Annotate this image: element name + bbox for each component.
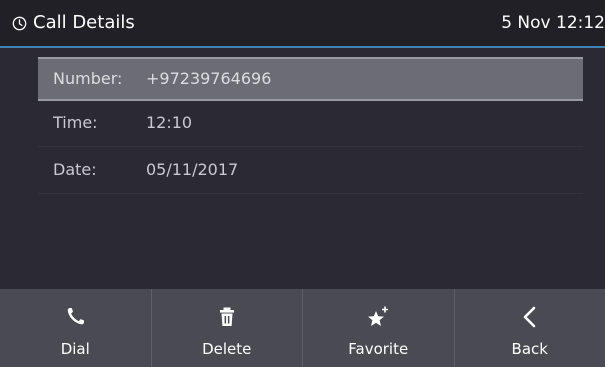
softkey-label: Favorite — [348, 340, 409, 358]
clock-icon — [12, 16, 27, 31]
detail-value: 05/11/2017 — [146, 160, 239, 179]
detail-row-number[interactable]: Number: +97239764696 — [38, 57, 583, 101]
detail-value: 12:10 — [146, 113, 193, 132]
page-title: Call Details — [33, 12, 135, 33]
detail-label: Date: — [53, 160, 97, 179]
header-bar: Call Details 5 Nov 12:12 — [0, 0, 605, 48]
chevron-left-icon — [523, 306, 536, 328]
dial-button[interactable]: Dial — [0, 289, 152, 367]
detail-row-time[interactable]: Time: 12:10 — [38, 103, 583, 147]
date-time: 5 Nov 12:12 — [501, 13, 605, 33]
trash-icon — [219, 307, 234, 326]
call-details-list: Number: +97239764696 Time: 12:10 Date: 0… — [0, 50, 605, 289]
detail-label: Time: — [53, 113, 98, 132]
softkey-label: Dial — [60, 340, 90, 358]
star-plus-icon — [368, 306, 389, 326]
phone-icon — [68, 308, 85, 325]
delete-button[interactable]: Delete — [152, 289, 303, 367]
softkey-label: Delete — [202, 340, 252, 358]
detail-label: Number: — [53, 69, 123, 88]
favorite-button[interactable]: Favorite — [303, 289, 455, 367]
back-button[interactable]: Back — [455, 289, 605, 367]
detail-row-date[interactable]: Date: 05/11/2017 — [38, 150, 583, 194]
softkey-label: Back — [511, 340, 548, 358]
detail-value: +97239764696 — [146, 69, 272, 88]
softkey-bar: Dial Delete Favorite Back — [0, 289, 605, 367]
